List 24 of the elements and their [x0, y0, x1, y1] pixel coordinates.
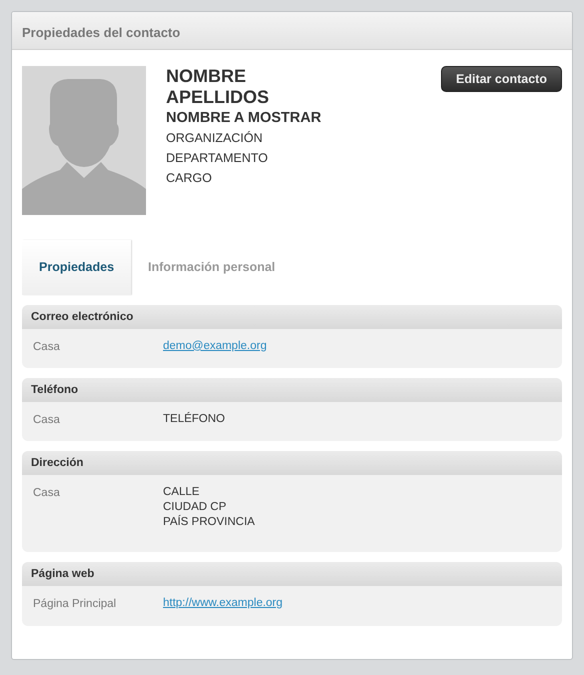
field-label: Casa: [33, 413, 61, 428]
tab[interactable]: Propiedades: [22, 240, 132, 295]
field-label: Página Principal: [33, 597, 118, 612]
panel-title: Propiedades del contacto: [12, 12, 572, 50]
section-header: Teléfono: [22, 378, 562, 402]
last-name: APELLIDOS: [166, 87, 270, 108]
contact-detail: DEPARTAMENTO: [166, 150, 269, 167]
edit-contact-button[interactable]: Editar contacto: [441, 66, 562, 92]
link[interactable]: demo@example.org: [163, 340, 267, 352]
display-name: NOMBRE A MOSTRAR: [166, 109, 322, 128]
contact-detail: ORGANIZACIÓN: [166, 130, 264, 147]
field-value: CALLE: [163, 485, 200, 500]
field-value: CIUDAD CP: [163, 500, 228, 515]
section-header: Página web: [22, 562, 562, 586]
field-value: PAÍS PROVINCIA: [163, 515, 255, 530]
tab[interactable]: Información personal: [131, 240, 292, 295]
link[interactable]: http://www.example.org: [163, 597, 283, 610]
contact-detail: CARGO: [166, 170, 213, 187]
field-label: Casa: [33, 340, 61, 355]
section-header: Correo electrónico: [22, 304, 562, 329]
field-label: Casa: [33, 486, 61, 502]
section-header: Dirección: [22, 451, 562, 476]
field-value: TELÉFONO: [163, 412, 225, 427]
first-name: NOMBRE: [166, 66, 247, 87]
